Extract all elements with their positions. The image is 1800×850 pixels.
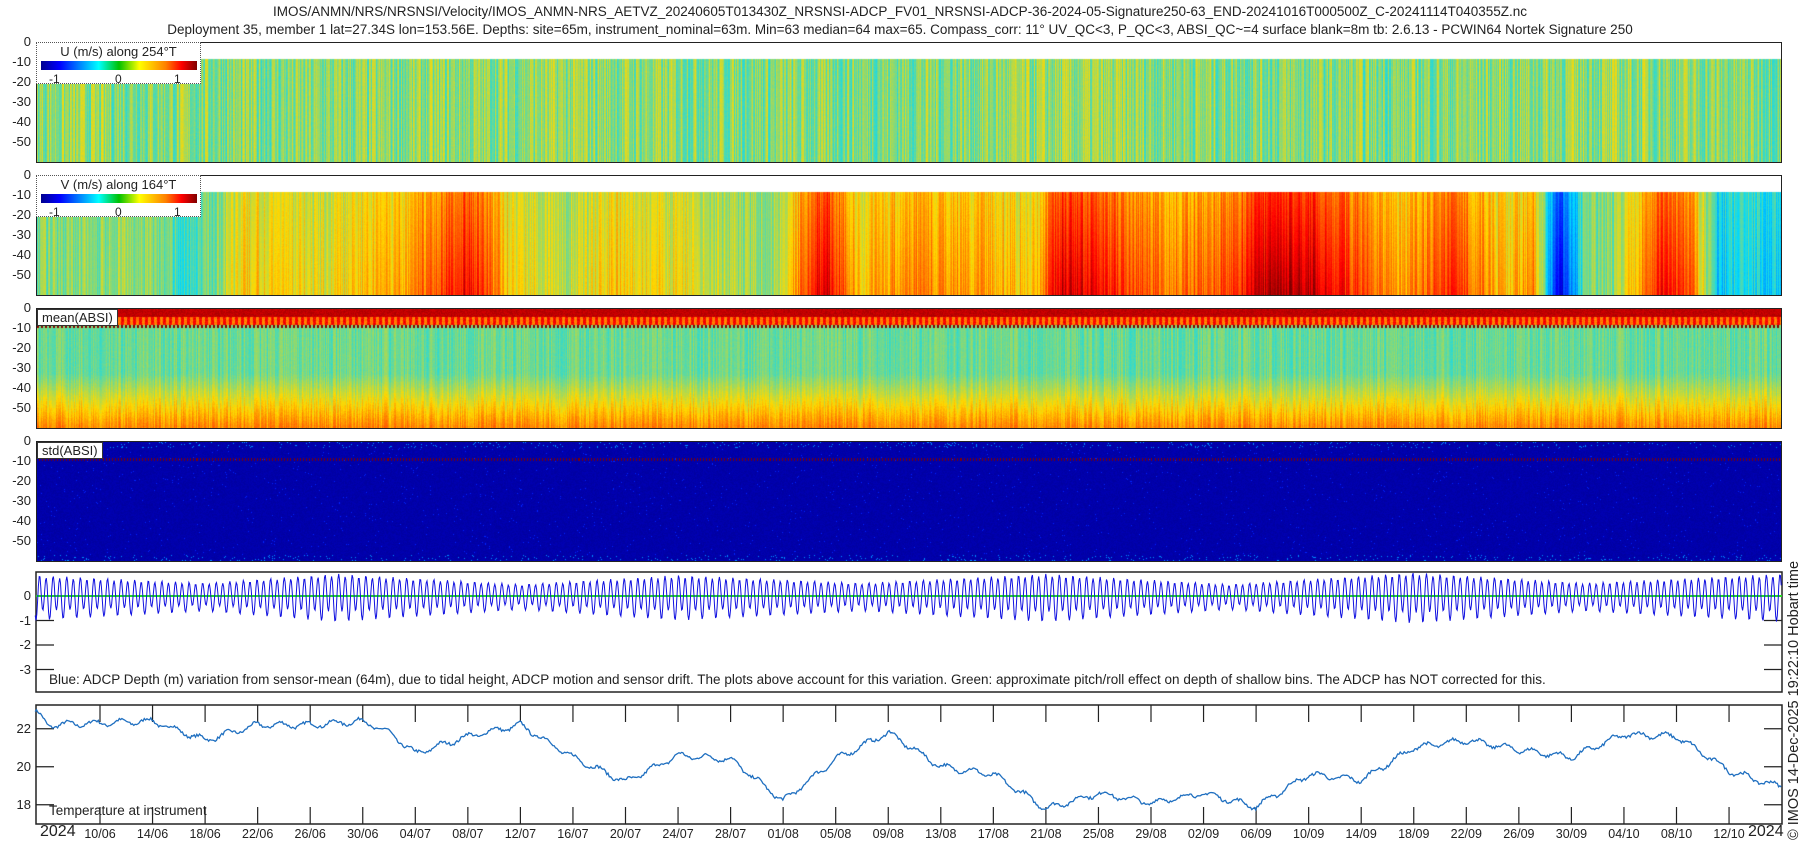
depth-tick-label: -50 <box>12 267 31 282</box>
date-tick-label: 28/07 <box>714 827 747 841</box>
date-tick-label: 13/08 <box>925 827 957 841</box>
date-tick-label: 04/07 <box>399 827 431 841</box>
depth-tick-label: -50 <box>12 134 31 149</box>
date-tick-label: 16/07 <box>557 827 589 841</box>
date-tick-label: 20/07 <box>609 827 642 841</box>
date-tick-label: 26/09 <box>1503 827 1535 841</box>
year-label-left: 2024 <box>40 823 76 840</box>
date-tick-label: 12/10 <box>1713 827 1745 841</box>
depth-tick-label: -40 <box>12 114 31 129</box>
date-tick-label: 02/09 <box>1187 827 1220 841</box>
date-tick-label: 14/06 <box>136 827 169 841</box>
date-tick-label: 10/06 <box>84 827 116 841</box>
depth-tick-label: 0 <box>23 300 31 315</box>
depth-variation-tick-label: -2 <box>19 637 31 652</box>
depth-tick-label: -30 <box>12 94 31 109</box>
date-tick-label: 08/10 <box>1660 827 1693 841</box>
depth-tick-label: -20 <box>12 473 31 488</box>
depth-variation-tick-label: 0 <box>23 588 31 603</box>
imos-credit: © IMOS 14-Dec-2025 19:22:10 Hobart time <box>1786 560 1800 840</box>
line-plots <box>34 571 1783 825</box>
depth-tick-label: -30 <box>12 493 31 508</box>
depth-tick-label: -10 <box>12 187 31 202</box>
date-tick-label: 30/09 <box>1555 827 1588 841</box>
temperature-tick-label: 18 <box>16 796 31 812</box>
date-tick-label: 14/09 <box>1345 827 1377 841</box>
depth-panel-note: Blue: ADCP Depth (m) variation from sens… <box>49 672 1546 687</box>
date-tick-label: 17/08 <box>977 827 1009 841</box>
date-tick-label: 18/09 <box>1398 827 1430 841</box>
date-tick-label: 22/06 <box>242 827 274 841</box>
depth-tick-label: -20 <box>12 74 31 89</box>
depth-tick-label: -10 <box>12 54 31 69</box>
date-tick-label: 21/08 <box>1030 827 1062 841</box>
date-tick-label: 09/08 <box>872 827 904 841</box>
depth-tick-label: 0 <box>23 433 31 448</box>
year-label-right: 2024 <box>1748 823 1784 840</box>
date-tick-label: 10/09 <box>1293 827 1325 841</box>
date-tick-label: 08/07 <box>452 827 484 841</box>
date-tick-label: 25/08 <box>1082 827 1115 841</box>
date-tick-label: 26/06 <box>294 827 326 841</box>
depth-tick-label: -40 <box>12 380 31 395</box>
depth-tick-label: 0 <box>23 167 31 182</box>
depth-tick-label: -40 <box>12 247 31 262</box>
depth-tick-label: -30 <box>12 360 31 375</box>
depth-tick-label: -30 <box>12 227 31 242</box>
depth-variation-tick-label: -3 <box>19 661 31 677</box>
depth-tick-label: -10 <box>12 320 31 335</box>
date-tick-label: 22/09 <box>1450 827 1482 841</box>
date-tick-label: 29/08 <box>1135 827 1167 841</box>
date-tick-label: 05/08 <box>820 827 852 841</box>
temperature-panel-note: Temperature at instrument <box>49 803 207 818</box>
date-tick-label: 01/08 <box>767 827 799 841</box>
temperature-panel-frame <box>35 704 1783 825</box>
depth-tick-label: -20 <box>12 207 31 222</box>
date-tick-label: 18/06 <box>189 827 221 841</box>
date-tick-label: 04/10 <box>1608 827 1640 841</box>
date-tick-label: 24/07 <box>662 827 694 841</box>
depth-tick-label: 0 <box>23 34 31 49</box>
temperature-tick-label: 22 <box>16 720 31 736</box>
depth-variation-line <box>34 572 1782 623</box>
depth-variation-tick-label: -1 <box>19 612 31 628</box>
depth-tick-label: -10 <box>12 453 31 468</box>
temperature-line <box>34 708 1782 812</box>
depth-tick-label: -40 <box>12 513 31 528</box>
depth-tick-label: -50 <box>12 400 31 415</box>
depth-tick-label: -20 <box>12 340 31 355</box>
date-tick-label: 30/06 <box>347 827 379 841</box>
depth-tick-label: -50 <box>12 533 31 548</box>
date-tick-label: 06/09 <box>1240 827 1272 841</box>
date-tick-label: 12/07 <box>504 827 537 841</box>
temperature-tick-label: 20 <box>16 758 31 774</box>
